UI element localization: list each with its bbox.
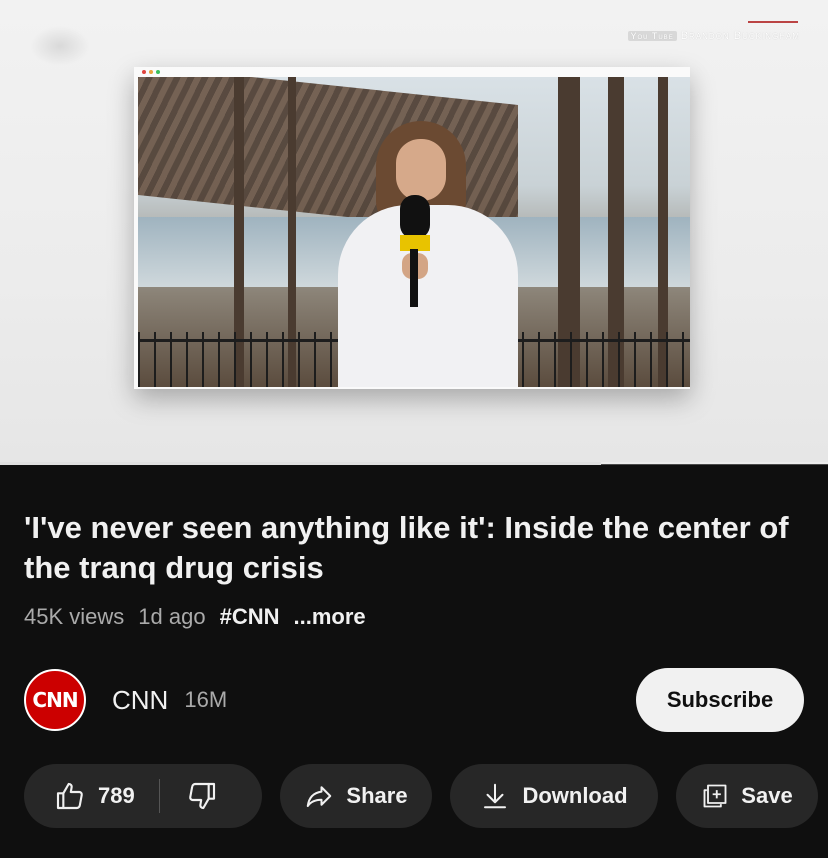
window-dots — [142, 70, 160, 74]
channel-row: CNN CNN 16M Subscribe — [24, 668, 804, 732]
watermark-bar — [748, 21, 798, 23]
watermark-text: Brandon Buckingham — [680, 30, 800, 42]
save-label: Save — [741, 783, 793, 808]
save-button[interactable]: Save — [676, 764, 818, 828]
video-scene — [138, 77, 690, 387]
microphone-handle — [410, 249, 418, 307]
video-meta[interactable]: 45K views 1d ago #CNN ...more — [24, 604, 366, 630]
like-divider — [158, 779, 160, 813]
reporter-body — [338, 205, 518, 387]
thumbs-up-icon[interactable] — [54, 780, 86, 812]
video-player[interactable]: You Tube Brandon Buckingham — [0, 0, 828, 464]
download-button[interactable]: Download — [450, 764, 658, 828]
video-frame — [134, 67, 690, 389]
subscribe-button[interactable]: Subscribe — [636, 668, 804, 732]
hashtag-link[interactable]: #CNN — [220, 604, 280, 630]
like-count[interactable]: 789 — [98, 783, 135, 809]
channel-avatar[interactable]: CNN — [24, 669, 86, 731]
thumbs-down-icon[interactable] — [186, 780, 218, 812]
progress-bar[interactable] — [0, 462, 828, 465]
cnn-logo-icon: CNN — [32, 688, 78, 712]
reporter-face — [396, 139, 446, 201]
share-arrow-icon — [304, 781, 334, 811]
youtube-logo-icon: You Tube — [627, 31, 677, 41]
like-dislike-group: 789 — [24, 764, 262, 828]
share-label: Share — [346, 783, 408, 808]
subscriber-count: 16M — [184, 687, 228, 712]
share-button[interactable]: Share — [280, 764, 432, 828]
channel-name[interactable]: CNN — [112, 685, 168, 716]
video-title[interactable]: 'I've never seen anything like it': Insi… — [24, 508, 804, 588]
download-icon — [480, 781, 510, 811]
upload-age: 1d ago — [138, 604, 206, 629]
download-label: Download — [522, 783, 628, 808]
save-playlist-icon — [701, 782, 729, 810]
progress-bar-fill — [0, 462, 602, 465]
microphone-icon — [400, 195, 430, 239]
more-link[interactable]: ...more — [293, 604, 365, 630]
video-watermark: You Tube Brandon Buckingham — [627, 30, 800, 42]
view-count: 45K views — [24, 604, 125, 629]
action-bar: 789 Share Download Save — [24, 764, 818, 828]
player-overlay-blur — [30, 26, 90, 66]
